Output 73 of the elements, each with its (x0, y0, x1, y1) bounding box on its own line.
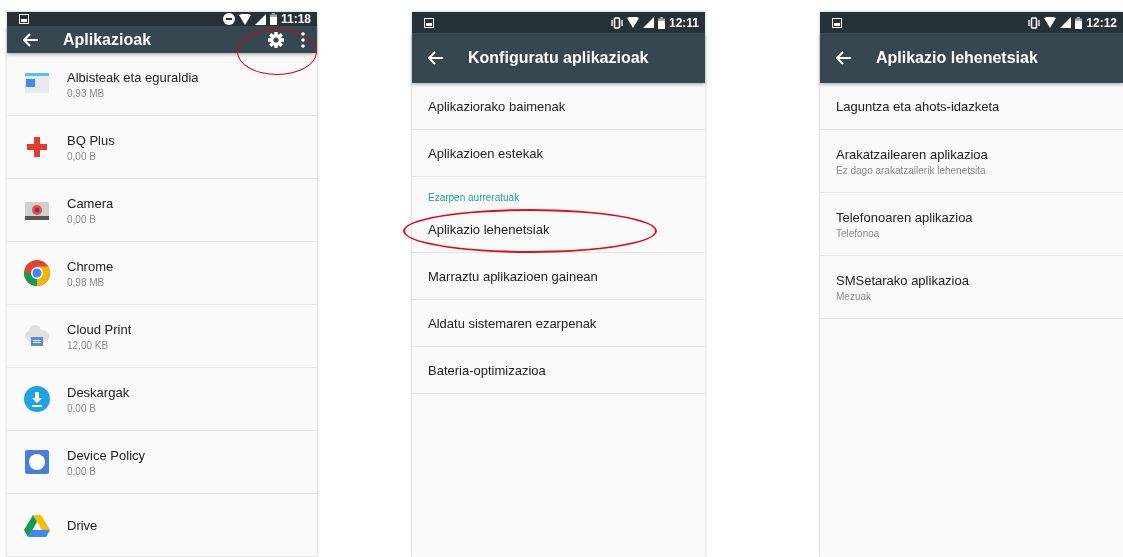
item-title: BQ Plus (67, 132, 115, 148)
settings-list-item[interactable]: Laguntza eta ahots-idazketa (820, 83, 1123, 130)
item-title: Telefonoaren aplikazioa (836, 209, 973, 225)
wifi-icon (626, 17, 639, 28)
app-list-item[interactable]: BQ Plus 0,00 B (7, 116, 317, 179)
item-title: Deskargak (67, 384, 130, 400)
settings-list-item[interactable]: Aplikazioen estekak (412, 130, 705, 177)
item-subtitle: Telefonoa (836, 227, 881, 239)
vibrate-icon (1028, 16, 1041, 29)
app-list-item[interactable]: Cloud Print 12,00 KB (7, 305, 317, 368)
item-subtitle: Mezuak (836, 290, 872, 302)
battery-icon (1075, 16, 1083, 29)
settings-list-item[interactable]: Aplikazio lehenetsiak (412, 206, 705, 253)
app-list-item[interactable]: Albisteak eta eguraldia 0,93 MB (7, 53, 317, 116)
back-icon[interactable] (23, 32, 39, 47)
image-icon (19, 14, 29, 24)
wifi-icon (1044, 17, 1057, 28)
item-title: Aldatu sistemaren ezarpenak (428, 315, 597, 331)
status-time: 12:11 (668, 15, 699, 30)
settings-icon (267, 30, 285, 49)
browser-icon (23, 259, 51, 287)
vibrate-icon (610, 16, 623, 29)
item-title: Aplikazio lehenetsiak (428, 221, 550, 237)
section-header: Ezarpen aurreratuak (428, 192, 520, 203)
settings-list-item[interactable]: Bateria-optimizazioa (412, 347, 705, 394)
item-title: Chrome (67, 258, 114, 274)
item-title: SMSetarako aplikazioa (836, 272, 969, 288)
item-subtitle: 0,93 MB (67, 87, 106, 99)
screen-title: Aplikazioak (63, 30, 153, 49)
item-title: Arakatzailearen aplikazioa (836, 146, 988, 162)
item-title: Aplikazioen estekak (428, 145, 543, 161)
more-options-icon (301, 31, 305, 48)
status-time: 12:12 (1086, 15, 1117, 30)
item-subtitle: 0,00 B (67, 402, 97, 414)
app-list-item[interactable]: Device Policy 0,00 B (7, 431, 317, 494)
settings-list-item[interactable]: Arakatzailearen aplikazioa Ez dago arakatzailerik lehenetsita (820, 130, 1123, 193)
app-list-item[interactable]: Chrome 0,98 MB (7, 242, 317, 305)
status-time: 11:18 (280, 12, 311, 26)
wifi-icon (238, 13, 251, 25)
settings-list-item[interactable]: Aplikaziorako baimenak (412, 83, 705, 130)
item-title: Bateria-optimizazioa (428, 362, 546, 378)
item-subtitle: 12,00 KB (67, 339, 110, 351)
item-title: Device Policy (67, 447, 146, 463)
item-subtitle: 0,98 MB (67, 276, 106, 288)
image-icon (832, 17, 842, 28)
signal-icon (1060, 17, 1072, 28)
item-subtitle: 0,00 B (67, 213, 97, 225)
back-icon[interactable] (428, 51, 444, 65)
item-subtitle: 0,00 B (67, 150, 97, 162)
item-title: Laguntza eta ahots-idazketa (836, 98, 1000, 114)
item-title: Cloud Print (67, 321, 132, 337)
download-icon (23, 385, 51, 413)
app-list-item[interactable]: Drive (7, 494, 317, 557)
app-list-item[interactable]: Camera 0,00 B (7, 179, 317, 242)
screen-title: Konfiguratu aplikazioak (468, 49, 650, 67)
image-icon (424, 17, 434, 28)
back-icon[interactable] (836, 51, 852, 65)
item-title: Aplikaziorako baimenak (428, 98, 566, 114)
item-title: Albisteak eta eguraldia (67, 69, 199, 85)
settings-list-item[interactable]: Telefonoaren aplikazioa Telefonoa (820, 193, 1123, 256)
item-title: Camera (67, 195, 114, 211)
settings-list-item[interactable]: SMSetarako aplikazioa Mezuak (820, 256, 1123, 319)
settings-list-item[interactable]: Aldatu sistemaren ezarpenak (412, 300, 705, 347)
battery-icon (657, 16, 665, 29)
item-title: Marraztu aplikazioen gainean (428, 268, 598, 284)
item-subtitle: Ez dago arakatzailerik lehenetsita (836, 164, 987, 176)
battery-icon (269, 13, 277, 25)
screen-title: Aplikazio lehenetsiak (876, 49, 1039, 67)
item-subtitle: 0,00 B (67, 465, 97, 477)
item-title: Drive (67, 517, 98, 533)
signal-icon (642, 17, 654, 28)
settings-list-item[interactable]: Marraztu aplikazioen gainean (412, 253, 705, 300)
app-list-item[interactable]: Deskargak 0,00 B (7, 368, 317, 431)
